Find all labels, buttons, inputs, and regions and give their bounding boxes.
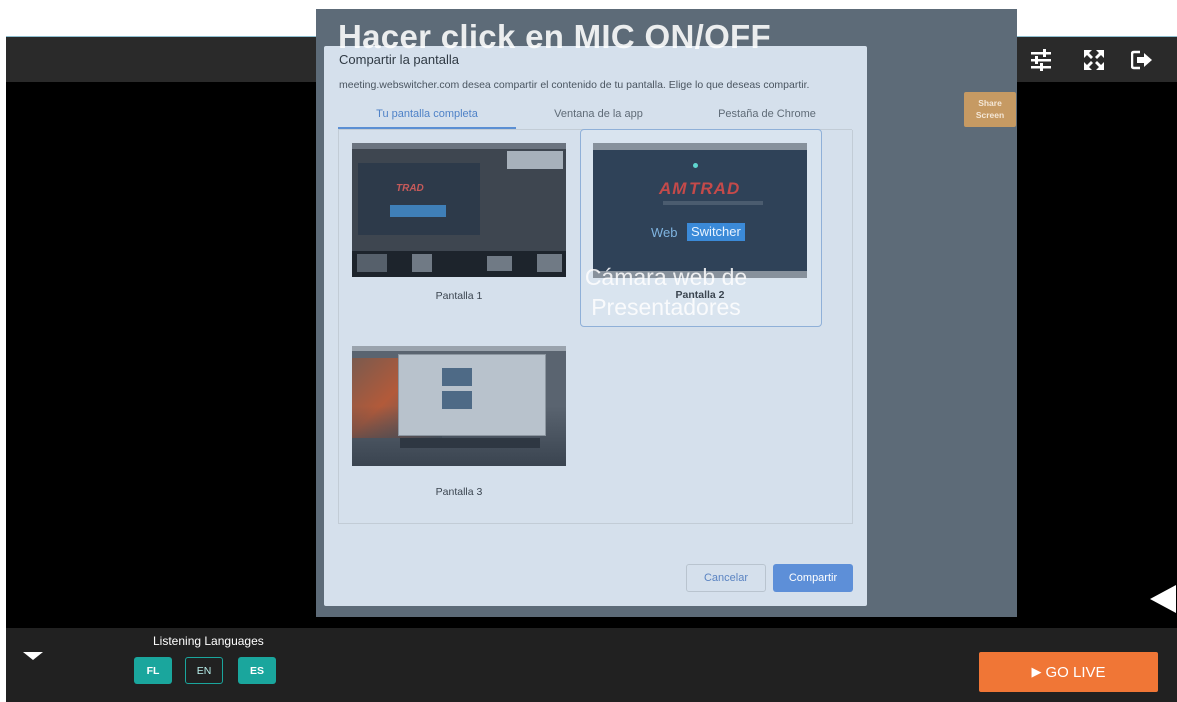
fullscreen-icon[interactable] [1082,49,1106,71]
screen-2-thumbnail[interactable]: AM TRAD Web Switcher [593,143,807,278]
chevron-down-icon[interactable] [23,652,43,660]
app-stage: Compartir la pantalla meeting.webswitche… [0,0,1177,702]
bottom-bar: Listening Languages FL EN ES ▶ GO LIVE [6,628,1177,702]
share-screen-dialog: Compartir la pantalla meeting.webswitche… [324,46,867,606]
sliders-icon[interactable] [1029,49,1053,71]
thumb-brand-prefix: AM [659,179,688,198]
listening-languages-title: Listening Languages [153,634,264,648]
panel-toggle-arrow-icon[interactable] [1150,585,1176,613]
tab-chrome-tab[interactable]: Pestaña de Chrome [681,108,853,128]
play-icon: ▶ [1031,664,1042,679]
share-button[interactable]: Compartir [773,564,853,592]
thumb-brand-main: TRAD [689,179,741,198]
go-live-label: GO LIVE [1045,663,1106,681]
language-button-en[interactable]: EN [185,657,223,684]
thumb-switcher-text: Switcher [687,223,745,241]
tab-full-screen[interactable]: Tu pantalla completa [338,108,516,128]
mic-instruction-text: Hacer click en MIC ON/OFF [338,18,771,55]
dialog-description: meeting.webswitcher.com desea compartir … [339,79,810,91]
screen-1-thumbnail[interactable]: TRAD [352,143,566,277]
tab-app-window[interactable]: Ventana de la app [516,108,681,128]
cancel-button[interactable]: Cancelar [686,564,766,592]
screen-3-thumbnail[interactable] [352,346,566,466]
screen-3-label: Pantalla 3 [435,486,483,498]
share-screen-tooltip: Share Screen [964,92,1016,127]
exit-icon[interactable] [1130,49,1154,71]
language-button-es[interactable]: ES [238,657,276,684]
screen-1-label: Pantalla 1 [435,290,483,302]
thumb-web-text: Web [651,225,678,240]
thumb-brand-text: TRAD [396,183,424,194]
language-button-fl[interactable]: FL [134,657,172,684]
go-live-button[interactable]: ▶ GO LIVE [979,652,1158,692]
presenter-webcam-label: Cámara web de Presentadores [584,264,748,320]
